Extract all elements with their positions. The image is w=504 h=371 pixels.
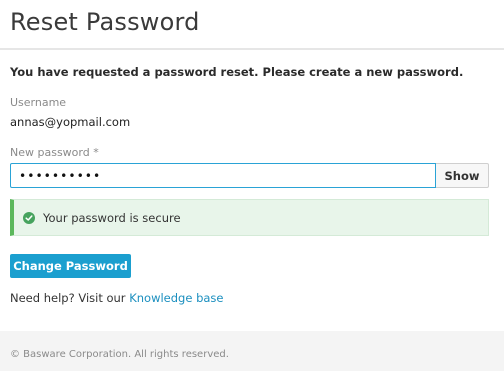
- check-circle-icon: [23, 211, 35, 224]
- reset-password-page: Reset Password You have requested a pass…: [0, 0, 504, 371]
- intro-text: You have requested a password reset. Ple…: [10, 65, 464, 79]
- username-value: annas@yopmail.com: [10, 115, 131, 129]
- help-prefix: Need help? Visit our: [10, 291, 130, 305]
- username-label: Username: [10, 96, 67, 109]
- new-password-row: Show: [10, 163, 489, 188]
- help-text: Need help? Visit our Knowledge base: [10, 291, 224, 305]
- change-password-button[interactable]: Change Password: [10, 254, 131, 278]
- new-password-input[interactable]: [10, 163, 436, 188]
- new-password-label: New password *: [10, 146, 99, 159]
- page-title: Reset Password: [10, 8, 200, 36]
- knowledge-base-link[interactable]: Knowledge base: [129, 291, 223, 305]
- password-secure-alert: Your password is secure: [10, 199, 489, 236]
- copyright-text: © Basware Corporation. All rights reserv…: [10, 349, 229, 360]
- show-password-button[interactable]: Show: [436, 163, 489, 188]
- alert-message: Your password is secure: [43, 210, 181, 225]
- page-header: Reset Password: [0, 0, 504, 50]
- page-footer: © Basware Corporation. All rights reserv…: [0, 331, 504, 371]
